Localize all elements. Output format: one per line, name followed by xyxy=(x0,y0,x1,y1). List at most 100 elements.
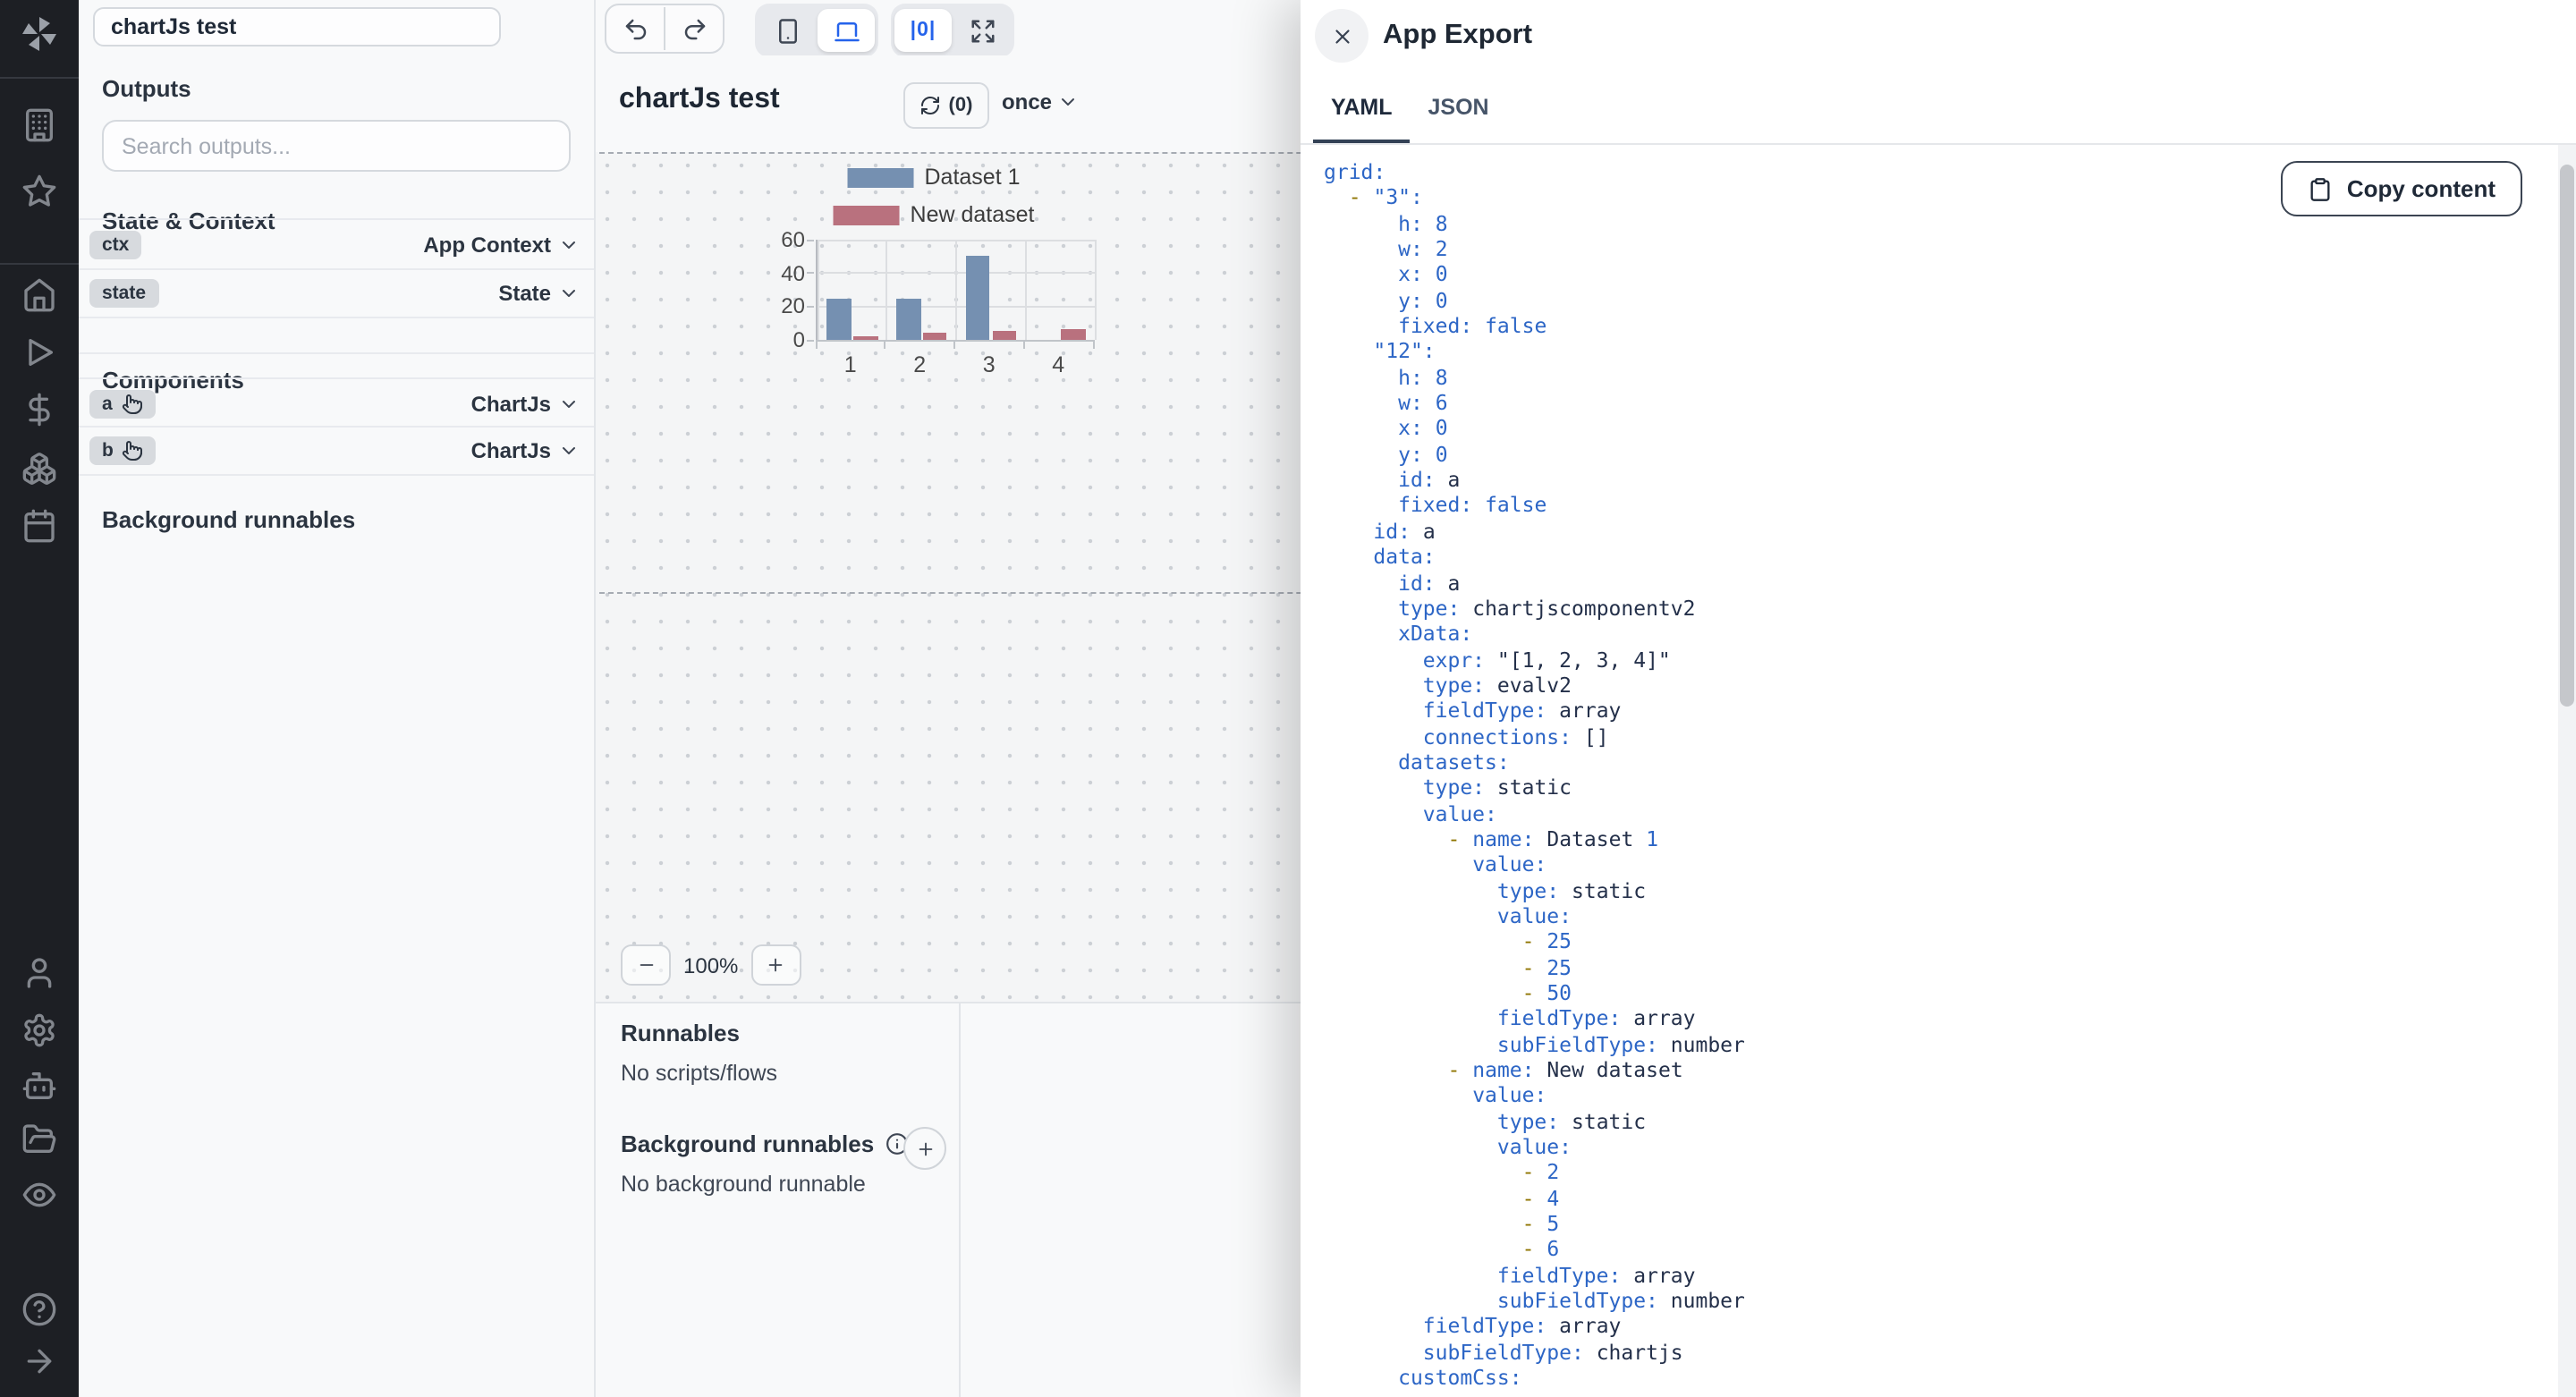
sidebar-item-star-icon[interactable] xyxy=(21,174,57,209)
copy-content-button[interactable]: Copy content xyxy=(2280,161,2522,216)
bar xyxy=(965,256,990,340)
yaml-line: expr: "[1, 2, 3, 4]" xyxy=(1422,647,1671,673)
gridline xyxy=(1094,240,1096,340)
runnables-title: Runnables xyxy=(621,1020,740,1046)
desktop-view-button[interactable] xyxy=(818,9,875,52)
yaml-line: - name: New dataset xyxy=(1447,1057,1683,1083)
outputs-toggle-button[interactable]: |0| xyxy=(894,9,952,52)
yaml-line: - 6 xyxy=(1521,1236,1560,1262)
bar xyxy=(896,298,921,340)
yaml-line: subFieldType: chartjs xyxy=(1422,1339,1683,1365)
yaml-line: id: a xyxy=(1398,467,1461,493)
yaml-line: w: 6 xyxy=(1398,390,1448,416)
yaml-line: - 2 xyxy=(1521,1159,1560,1185)
y-axis-tick-label: 20 xyxy=(781,293,805,319)
y-axis-tick-label: 40 xyxy=(781,260,805,286)
expand-icon xyxy=(969,17,996,44)
sidebar-item-play-icon[interactable] xyxy=(21,334,57,370)
scrollbar-thumb[interactable] xyxy=(2560,165,2574,707)
undo-button[interactable] xyxy=(606,7,664,50)
refresh-button[interactable]: (0) xyxy=(903,82,989,129)
undo-icon xyxy=(622,15,648,42)
zoom-in-button[interactable] xyxy=(750,944,801,986)
zoom-out-button[interactable] xyxy=(621,944,671,986)
yaml-line: x: 0 xyxy=(1398,415,1448,441)
drawer-title: App Export xyxy=(1383,20,1533,50)
gridline xyxy=(1024,240,1027,340)
redo-button[interactable] xyxy=(665,7,723,50)
chevron-down-icon[interactable] xyxy=(558,440,580,461)
chevron-down-icon[interactable] xyxy=(558,393,580,414)
windmill-logo-icon[interactable] xyxy=(18,13,61,55)
yaml-code-view[interactable]: grid: - "3": h: 8 w: 2 x: 0 y: 0 fixed: … xyxy=(1301,145,2553,1397)
background-runnables-title: Background runnables xyxy=(102,506,356,533)
yaml-line: fieldType: array xyxy=(1496,1005,1696,1031)
sidebar-item-building-icon[interactable] xyxy=(21,107,57,143)
view-toggle-group: |0| xyxy=(891,4,1014,57)
sidebar-item-folder-open-icon[interactable] xyxy=(21,1122,57,1157)
sidebar-item-help-circle-icon[interactable] xyxy=(21,1291,57,1327)
component-row-a[interactable]: a ChartJs xyxy=(79,377,594,428)
runnables-panel-divider xyxy=(959,1003,961,1397)
sidebar-item-calendar-icon[interactable] xyxy=(21,508,57,544)
chevron-down-icon[interactable] xyxy=(558,233,580,255)
bar xyxy=(853,336,878,340)
sidebar-item-arrow-right-icon[interactable] xyxy=(21,1343,57,1379)
page-title: chartJs test xyxy=(619,84,780,114)
legend-swatch xyxy=(833,205,900,224)
scrollbar-track[interactable] xyxy=(2558,145,2576,1397)
search-outputs-input[interactable] xyxy=(102,120,571,172)
plus-icon xyxy=(915,1139,935,1158)
bar xyxy=(1061,329,1086,340)
laptop-icon xyxy=(833,17,860,44)
legend-item: New dataset xyxy=(833,202,1034,227)
add-background-runnable-button[interactable] xyxy=(903,1127,946,1170)
fullscreen-button[interactable] xyxy=(953,9,1011,52)
app-export-drawer: App Export YAML JSON Copy content grid: … xyxy=(1301,0,2576,1397)
axis-tick xyxy=(807,305,814,308)
yaml-line: value: xyxy=(1496,902,1572,928)
x-axis-tick-label: 1 xyxy=(843,352,857,377)
axis-tick xyxy=(953,340,955,349)
mobile-view-button[interactable] xyxy=(758,9,816,52)
state-badge: state xyxy=(89,279,159,308)
yaml-line: - 25 xyxy=(1521,928,1572,954)
plus-icon xyxy=(766,955,785,975)
yaml-line: - 5 xyxy=(1521,1211,1560,1237)
sidebar-item-user-icon[interactable] xyxy=(21,955,57,991)
gridline xyxy=(955,240,957,340)
refresh-mode-dropdown[interactable]: once xyxy=(1002,89,1079,114)
app-name-input[interactable] xyxy=(93,7,501,47)
yaml-line: value: xyxy=(1472,851,1547,877)
background-empty-text: No background runnable xyxy=(621,1172,866,1197)
sidebar-item-eye-icon[interactable] xyxy=(21,1177,57,1213)
sidebar-item-boxes-icon[interactable] xyxy=(21,451,57,487)
close-icon xyxy=(1330,24,1353,47)
axis-tick xyxy=(807,239,814,241)
yaml-line: - 50 xyxy=(1521,980,1572,1005)
sidebar-item-bot-icon[interactable] xyxy=(21,1068,57,1104)
sidebar-divider xyxy=(0,263,79,265)
sidebar-item-home-icon[interactable] xyxy=(21,277,57,313)
yaml-line: type: static xyxy=(1422,775,1572,800)
output-row-state[interactable]: state State xyxy=(79,268,594,318)
export-tabs: YAML JSON xyxy=(1301,73,2576,145)
background-runnables-header: Background runnables xyxy=(621,1130,908,1157)
close-button[interactable] xyxy=(1315,9,1368,63)
tab-json[interactable]: JSON xyxy=(1411,73,1507,143)
component-b-badge: b xyxy=(89,436,157,465)
component-a-badge: a xyxy=(89,389,156,418)
yaml-line: value: xyxy=(1422,800,1497,826)
ctx-badge: ctx xyxy=(89,230,142,258)
component-row-b[interactable]: b ChartJs xyxy=(79,426,594,476)
bar xyxy=(992,331,1017,340)
tab-yaml[interactable]: YAML xyxy=(1313,73,1411,143)
sidebar-item-settings-icon[interactable] xyxy=(21,1012,57,1048)
yaml-line: - 4 xyxy=(1521,1185,1560,1211)
chevron-down-icon xyxy=(1057,91,1079,113)
chevron-down-icon[interactable] xyxy=(558,283,580,304)
main-sidebar xyxy=(0,0,79,1397)
output-row-ctx[interactable]: ctx App Context xyxy=(79,218,594,268)
gridline xyxy=(886,240,888,340)
sidebar-item-dollar-sign-icon[interactable] xyxy=(21,392,57,428)
